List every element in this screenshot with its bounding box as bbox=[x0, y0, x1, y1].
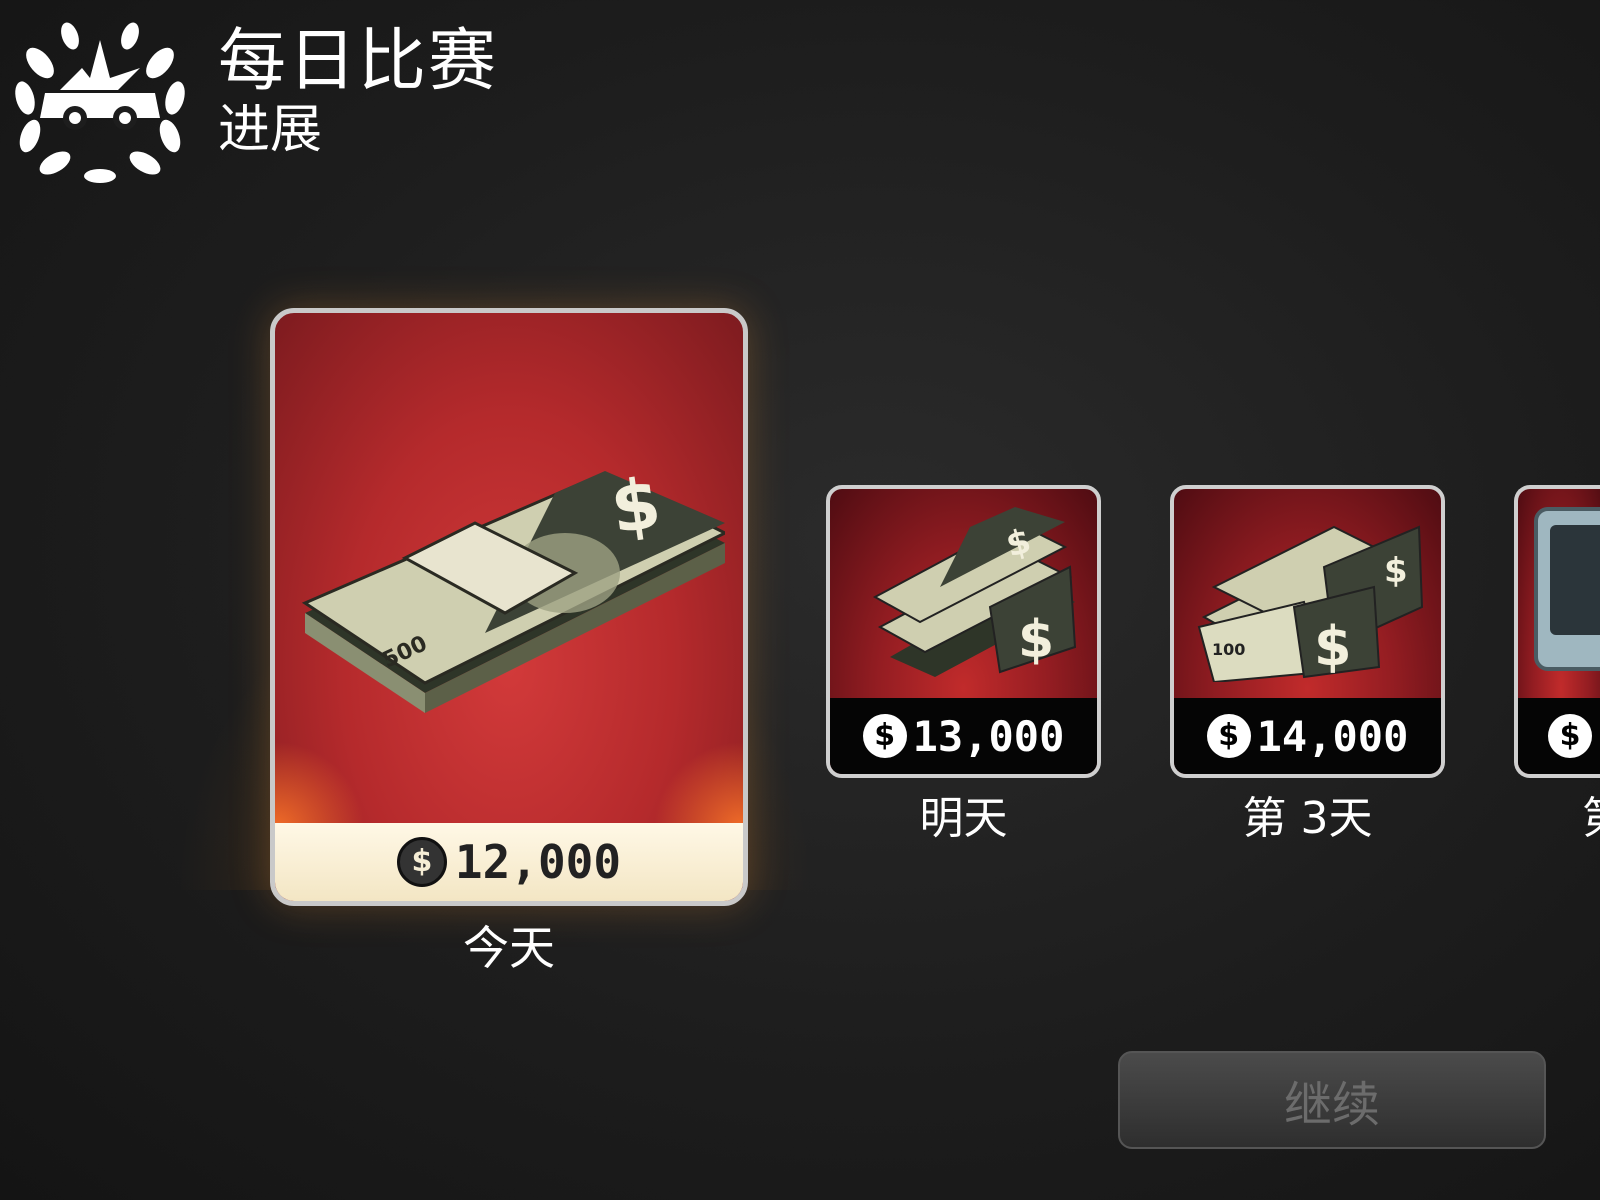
dollar-coin-icon: $ bbox=[396, 837, 447, 887]
reward-day-label-tomorrow: 明天 bbox=[919, 793, 1008, 844]
dollar-coin-icon: $ bbox=[862, 714, 907, 758]
cash-stack-icon: $ $ 100 bbox=[1197, 525, 1424, 682]
svg-text:$: $ bbox=[1018, 610, 1054, 670]
svg-text:$: $ bbox=[606, 463, 666, 550]
reward-card-tomorrow: $ $ $ 13,000 bbox=[826, 485, 1101, 778]
cash-stack-icon: $ $ bbox=[872, 507, 1077, 677]
reward-card-day3: $ $ 100 $ 14,000 bbox=[1170, 485, 1445, 778]
reward-day-label-today: 今天 bbox=[463, 921, 555, 975]
light-ray-right bbox=[653, 741, 743, 831]
reward-amount-value: 12,000 bbox=[454, 835, 622, 889]
reward-card-day4-partial: $ bbox=[1514, 485, 1600, 778]
reward-day-label-day3: 第 3天 bbox=[1242, 793, 1373, 844]
dollar-coin-icon: $ bbox=[1206, 714, 1251, 758]
page-subtitle: 进展 bbox=[218, 100, 323, 160]
daily-race-emblem-icon bbox=[15, 22, 185, 183]
light-ray-left bbox=[275, 741, 365, 831]
reward-amount-value: 13,000 bbox=[912, 711, 1065, 761]
reward-amount-day4-partial: $ bbox=[1518, 698, 1600, 774]
page-title: 每日比赛 bbox=[218, 22, 499, 101]
reward-amount-tomorrow: $ 13,000 bbox=[830, 698, 1097, 774]
continue-button[interactable]: 继续 bbox=[1118, 1051, 1546, 1149]
reward-day-label-day4-partial: 第 bbox=[1582, 782, 1600, 846]
svg-text:$: $ bbox=[1384, 551, 1408, 591]
cash-briefcase-icon bbox=[1534, 507, 1600, 671]
reward-amount-today: $ 12,000 bbox=[275, 823, 743, 901]
svg-text:$: $ bbox=[1314, 615, 1352, 678]
reward-amount-day3: $ 14,000 bbox=[1174, 698, 1441, 774]
cash-stack-icon: $ 500 bbox=[301, 463, 725, 713]
reward-amount-value: 14,000 bbox=[1256, 711, 1409, 761]
dollar-coin-icon: $ bbox=[1548, 714, 1592, 758]
reward-card-today: $ 500 $ 12,000 bbox=[270, 308, 748, 906]
svg-text:100: 100 bbox=[1212, 640, 1245, 659]
